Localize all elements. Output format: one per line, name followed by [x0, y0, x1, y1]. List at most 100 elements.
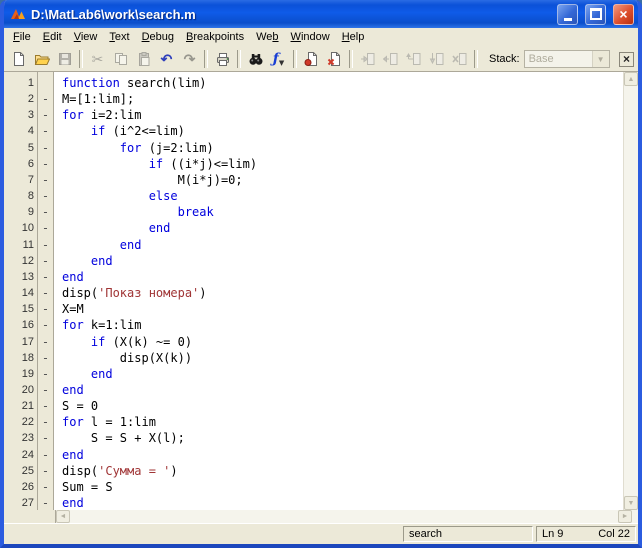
- step-out-button: [402, 49, 425, 70]
- close-button[interactable]: ×: [613, 3, 634, 25]
- editor-close-button[interactable]: ×: [619, 51, 634, 67]
- breakpoint-dash[interactable]: -: [38, 495, 53, 510]
- code-line[interactable]: end: [62, 220, 623, 236]
- undo-button[interactable]: ↶: [155, 49, 178, 70]
- code-line[interactable]: S = 0: [62, 398, 623, 414]
- breakpoint-dash[interactable]: -: [38, 301, 53, 317]
- new-file-button[interactable]: [7, 49, 30, 70]
- vertical-scrollbar[interactable]: ▲ ▼: [623, 72, 638, 510]
- code-line[interactable]: end: [62, 237, 623, 253]
- code-line[interactable]: end: [62, 447, 623, 463]
- breakpoint-dash[interactable]: -: [38, 366, 53, 382]
- close-icon: ×: [619, 6, 628, 22]
- scroll-right-icon[interactable]: ►: [618, 510, 632, 523]
- menu-item-edit[interactable]: Edit: [37, 29, 68, 46]
- line-indicator: Ln 9: [542, 528, 564, 540]
- breakpoint-dash[interactable]: -: [38, 91, 53, 107]
- minimize-button[interactable]: [557, 3, 578, 25]
- horizontal-scroll-track[interactable]: [70, 510, 618, 523]
- print-button[interactable]: [211, 49, 234, 70]
- breakpoint-dash[interactable]: -: [38, 463, 53, 479]
- menu-item-help[interactable]: Help: [336, 29, 371, 46]
- stack-dropdown[interactable]: Base ▼: [523, 50, 610, 68]
- menu-item-window[interactable]: Window: [285, 29, 336, 46]
- scroll-up-icon[interactable]: ▲: [624, 72, 638, 86]
- breakpoint-dash[interactable]: -: [38, 479, 53, 495]
- breakpoint-dash[interactable]: -: [38, 398, 53, 414]
- code-area[interactable]: function search(lim) M=[1:lim]; for i=2:li…: [54, 72, 623, 510]
- breakpoint-dash[interactable]: -: [38, 285, 53, 301]
- code-line[interactable]: for (j=2:lim): [62, 140, 623, 156]
- menu-item-file[interactable]: File: [7, 29, 37, 46]
- code-line[interactable]: end: [62, 495, 623, 510]
- breakpoint-dash[interactable]: -: [38, 382, 53, 398]
- code-line[interactable]: if (X(k) ~= 0): [62, 334, 623, 350]
- toolbar-separator: [474, 50, 478, 68]
- maximize-button[interactable]: [585, 3, 606, 25]
- open-file-button[interactable]: [30, 49, 53, 70]
- breakpoint-dash[interactable]: -: [38, 269, 53, 285]
- code-line[interactable]: end: [62, 366, 623, 382]
- code-line[interactable]: Sum = S: [62, 479, 623, 495]
- code-line[interactable]: disp(X(k)): [62, 350, 623, 366]
- code-line[interactable]: end: [62, 253, 623, 269]
- menu-item-debug[interactable]: Debug: [136, 29, 180, 46]
- menu-item-web[interactable]: Web: [250, 29, 284, 46]
- scroll-down-icon[interactable]: ▼: [624, 496, 638, 510]
- breakpoint-dash[interactable]: -: [38, 430, 53, 446]
- line-number: 6: [27, 157, 34, 170]
- breakpoint-dash[interactable]: -: [38, 188, 53, 204]
- code-line[interactable]: M=[1:lim];: [62, 91, 623, 107]
- code-line[interactable]: else: [62, 188, 623, 204]
- find-button[interactable]: [244, 49, 267, 70]
- function-browser-icon: ƒ▼: [272, 51, 285, 67]
- breakpoint-dash[interactable]: -: [38, 237, 53, 253]
- redo-button: ↷: [178, 49, 201, 70]
- code-line[interactable]: disp('Сумма = '): [62, 463, 623, 479]
- code-line[interactable]: function search(lim): [62, 75, 623, 91]
- code-line[interactable]: S = S + X(l);: [62, 430, 623, 446]
- status-bar: search Ln 9 Col 22: [4, 523, 638, 544]
- function-browser-button[interactable]: ƒ▼: [267, 49, 290, 70]
- breakpoint-dash[interactable]: [38, 75, 53, 91]
- code-line[interactable]: end: [62, 382, 623, 398]
- code-line[interactable]: for i=2:lim: [62, 107, 623, 123]
- breakpoint-dash[interactable]: -: [38, 253, 53, 269]
- menu-item-breakpoints[interactable]: Breakpoints: [180, 29, 250, 46]
- breakpoint-dash[interactable]: -: [38, 350, 53, 366]
- code-line[interactable]: for k=1:lim: [62, 317, 623, 333]
- line-number: 11: [22, 238, 34, 251]
- code-line[interactable]: M(i*j)=0;: [62, 172, 623, 188]
- code-line[interactable]: for l = 1:lim: [62, 414, 623, 430]
- breakpoint-dash[interactable]: -: [38, 220, 53, 236]
- breakpoint-dash[interactable]: -: [38, 317, 53, 333]
- line-number: 18: [21, 351, 34, 364]
- breakpoint-dash[interactable]: -: [38, 447, 53, 463]
- breakpoint-dash[interactable]: -: [38, 204, 53, 220]
- quit-debugging-icon: [451, 51, 468, 67]
- gutter-corner: [4, 510, 56, 523]
- title-bar[interactable]: D:\MatLab6\work\search.m ×: [4, 0, 638, 28]
- menu-item-view[interactable]: View: [68, 29, 104, 46]
- set-clear-breakpoint-button[interactable]: [300, 49, 323, 70]
- code-line[interactable]: break: [62, 204, 623, 220]
- breakpoint-dash[interactable]: -: [38, 334, 53, 350]
- breakpoint-dash[interactable]: -: [38, 172, 53, 188]
- scroll-left-icon[interactable]: ◄: [56, 510, 70, 523]
- breakpoint-dash[interactable]: -: [38, 107, 53, 123]
- toolbar-separator: [349, 50, 353, 68]
- breakpoint-dash[interactable]: -: [38, 140, 53, 156]
- code-line[interactable]: if (i^2<=lim): [62, 123, 623, 139]
- clear-all-breakpoints-button[interactable]: [323, 49, 346, 70]
- breakpoint-dash[interactable]: -: [38, 123, 53, 139]
- save-file-button: [53, 49, 76, 70]
- code-line[interactable]: X=M: [62, 301, 623, 317]
- code-line[interactable]: end: [62, 269, 623, 285]
- breakpoint-dash[interactable]: -: [38, 156, 53, 172]
- menu-item-text[interactable]: Text: [103, 29, 135, 46]
- code-line[interactable]: disp('Показ номера'): [62, 285, 623, 301]
- toolbar-buttons: ✂ ↶ ↷ ƒ▼: [7, 49, 481, 70]
- breakpoint-gutter[interactable]: --------------------------: [38, 72, 54, 510]
- breakpoint-dash[interactable]: -: [38, 414, 53, 430]
- code-line[interactable]: if ((i*j)<=lim): [62, 156, 623, 172]
